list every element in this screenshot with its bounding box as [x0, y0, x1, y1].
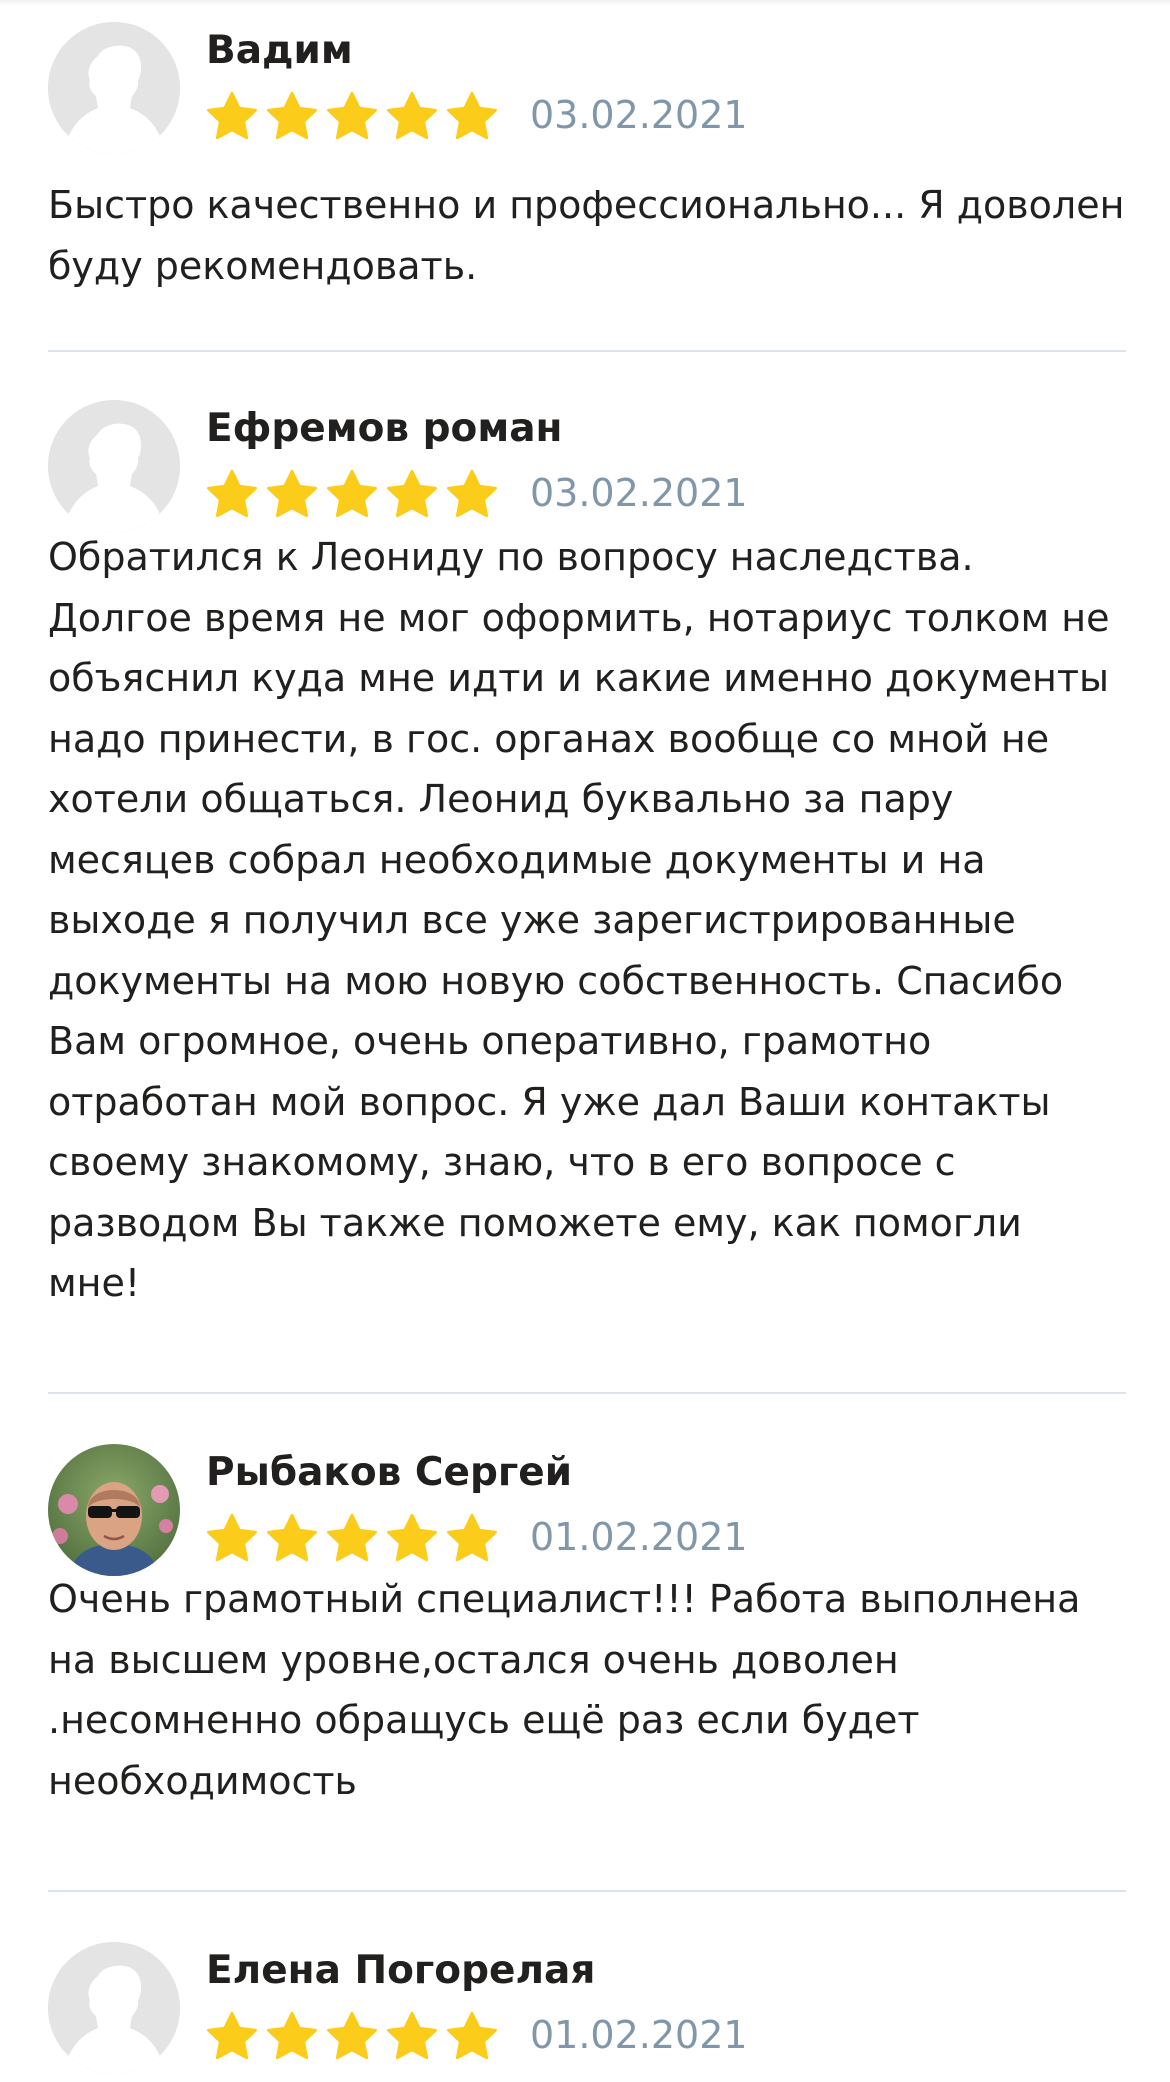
- author-name[interactable]: Елена Погорелая: [206, 1948, 595, 1994]
- author-name[interactable]: Ефремов роман: [206, 406, 562, 452]
- star-icon: [327, 1513, 377, 1562]
- user-silhouette-icon: [48, 1942, 180, 2074]
- avatar[interactable]: [48, 22, 180, 154]
- star-icon: [387, 91, 437, 140]
- author-name[interactable]: Рыбаков Сергей: [206, 1450, 572, 1496]
- star-icon: [327, 2011, 377, 2060]
- rating-stars: [203, 2009, 501, 2065]
- review-date: 01.02.2021: [530, 2013, 748, 2057]
- rating-stars: [203, 1511, 501, 1567]
- star-icon: [207, 2011, 257, 2060]
- user-photo: [48, 1444, 180, 1576]
- review-text: Очень грамотный специалист!!! Работа вып…: [48, 1577, 1081, 1803]
- star-icon: [387, 469, 437, 518]
- review-date: 01.02.2021: [530, 1515, 748, 1559]
- reviews-feed: Вадим 03.02.2021 Быстро качественно и пр…: [48, 0, 1126, 2082]
- review-item: Рыбаков Сергей 01.02.2021 Очень грамотны…: [48, 1394, 1126, 1892]
- author-name[interactable]: Вадим: [206, 28, 353, 74]
- star-icon: [387, 1513, 437, 1562]
- avatar[interactable]: [48, 1444, 180, 1576]
- star-icon: [447, 469, 497, 518]
- star-icon: [267, 2011, 317, 2060]
- review-text: Обратился к Леониду по вопросу наследств…: [48, 535, 1110, 1305]
- user-silhouette-icon: [48, 22, 180, 154]
- star-icon: [207, 1513, 257, 1562]
- review-header: Ефремов роман 03.02.2021: [48, 352, 1126, 532]
- star-icon: [207, 469, 257, 518]
- review-header: Елена Погорелая 01.02.2021: [48, 1892, 1126, 2074]
- review-header: Вадим 03.02.2021: [48, 0, 1126, 154]
- review-header: Рыбаков Сергей 01.02.2021: [48, 1394, 1126, 1576]
- rating-stars: [203, 467, 501, 523]
- star-icon: [447, 91, 497, 140]
- user-silhouette-icon: [48, 400, 180, 532]
- star-icon: [327, 91, 377, 140]
- star-icon: [447, 2011, 497, 2060]
- avatar[interactable]: [48, 400, 180, 532]
- rating-stars: [203, 89, 501, 145]
- review-item: Вадим 03.02.2021 Быстро качественно и пр…: [48, 0, 1126, 352]
- review-date: 03.02.2021: [530, 471, 748, 515]
- review-item: Ефремов роман 03.02.2021 Обратился к Лео…: [48, 352, 1126, 1394]
- star-icon: [447, 1513, 497, 1562]
- review-date: 03.02.2021: [530, 93, 748, 137]
- star-icon: [267, 1513, 317, 1562]
- review-text: Быстро качественно и профессионально... …: [48, 183, 1125, 288]
- star-icon: [387, 2011, 437, 2060]
- avatar[interactable]: [48, 1942, 180, 2074]
- star-icon: [207, 91, 257, 140]
- review-item: Елена Погорелая 01.02.2021: [48, 1892, 1126, 2082]
- star-icon: [327, 469, 377, 518]
- star-icon: [267, 91, 317, 140]
- star-icon: [267, 469, 317, 518]
